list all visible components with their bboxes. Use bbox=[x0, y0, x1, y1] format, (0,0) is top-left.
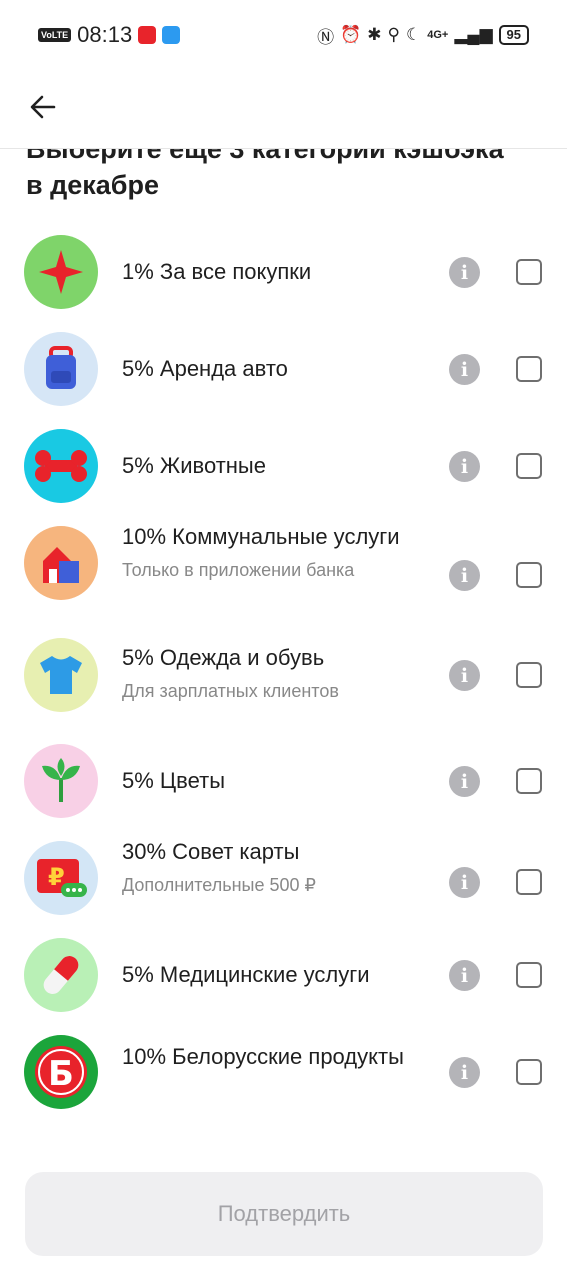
category-note: Дополнительные 500 ₽ bbox=[122, 875, 316, 895]
alarm-icon: ⏰ bbox=[340, 25, 362, 44]
list-item[interactable]: Б 10% Белорусские продукты i bbox=[0, 1025, 567, 1125]
letter-b-icon: Б bbox=[24, 1035, 98, 1109]
category-label: 10% Коммунальные услуги bbox=[122, 524, 400, 549]
app-notification-icon bbox=[162, 26, 181, 44]
top-app-bar bbox=[0, 70, 567, 149]
category-note: Только в приложении банка bbox=[122, 560, 355, 580]
svg-text:Б: Б bbox=[48, 1054, 74, 1094]
arrow-left-icon bbox=[30, 95, 56, 119]
confirm-button[interactable]: Подтвердить bbox=[25, 1172, 543, 1256]
category-label: 5% Одежда и обувь bbox=[122, 645, 325, 670]
youtube-notification-icon bbox=[138, 26, 157, 44]
list-item[interactable]: 5% Цветы i bbox=[0, 734, 567, 831]
list-item[interactable]: 1% За все покупки i bbox=[0, 225, 567, 322]
volte-badge: VoLTE bbox=[38, 28, 72, 42]
category-label: 1% За все покупки bbox=[122, 259, 312, 284]
moon-icon: ☾ bbox=[405, 25, 422, 44]
nfc-icon: Ⓝ bbox=[317, 27, 335, 47]
info-icon[interactable]: i bbox=[449, 354, 480, 385]
info-icon[interactable]: i bbox=[449, 867, 480, 898]
category-checkbox[interactable] bbox=[516, 662, 542, 688]
category-label: 10% Белорусские продукты bbox=[122, 1044, 404, 1069]
bluetooth-icon: ✱ bbox=[367, 25, 382, 44]
status-bar: VoLTE 08:13 Ⓝ ⏰ ✱ ⚲ ☾ 4G+ ▂▄▆ 95 bbox=[0, 0, 567, 70]
category-note: Для зарплатных клиентов bbox=[122, 681, 339, 701]
red-star-icon bbox=[24, 235, 98, 309]
category-checkbox[interactable] bbox=[516, 869, 542, 895]
category-label: 5% Аренда авто bbox=[122, 356, 288, 381]
signal-icon: ▂▄▆ bbox=[454, 25, 493, 44]
list-item[interactable]: 10% Коммунальные услуги Только в приложе… bbox=[0, 516, 567, 637]
house-icon bbox=[24, 526, 98, 600]
clock: 08:13 bbox=[77, 22, 133, 47]
tshirt-icon bbox=[24, 638, 98, 712]
battery-indicator: 95 bbox=[498, 25, 529, 45]
status-right: Ⓝ ⏰ ✱ ⚲ ☾ 4G+ ▂▄▆ 95 bbox=[317, 23, 529, 48]
back-button[interactable] bbox=[26, 90, 60, 124]
category-label: 30% Совет карты bbox=[122, 839, 300, 864]
status-left: VoLTE 08:13 bbox=[38, 22, 181, 48]
category-checkbox[interactable] bbox=[516, 453, 542, 479]
info-icon[interactable]: i bbox=[449, 766, 480, 797]
list-item[interactable]: ₽ 30% Совет карты Дополнительные 500 ₽ i bbox=[0, 831, 567, 928]
list-item[interactable]: 5% Одежда и обувь Для зарплатных клиенто… bbox=[0, 637, 567, 734]
ruble-card-icon: ₽ bbox=[24, 841, 98, 915]
category-list: 1% За все покупки i 5% Аренда авто i 5% … bbox=[0, 225, 567, 1125]
info-icon[interactable]: i bbox=[449, 257, 480, 288]
network-label: 4G+ bbox=[427, 29, 449, 41]
bone-icon bbox=[24, 429, 98, 503]
info-icon[interactable]: i bbox=[449, 960, 480, 991]
info-icon[interactable]: i bbox=[449, 560, 480, 591]
category-label: 5% Медицинские услуги bbox=[122, 962, 370, 987]
category-label: 5% Цветы bbox=[122, 768, 226, 793]
category-checkbox[interactable] bbox=[516, 356, 542, 382]
category-checkbox[interactable] bbox=[516, 1059, 542, 1085]
location-icon: ⚲ bbox=[387, 25, 400, 44]
category-label: 5% Животные bbox=[122, 453, 266, 478]
category-checkbox[interactable] bbox=[516, 962, 542, 988]
category-checkbox[interactable] bbox=[516, 768, 542, 794]
backpack-icon bbox=[24, 332, 98, 406]
sprout-icon bbox=[24, 744, 98, 818]
list-item[interactable]: 5% Животные i bbox=[0, 419, 567, 516]
list-item[interactable]: 5% Медицинские услуги i bbox=[0, 928, 567, 1025]
category-checkbox[interactable] bbox=[516, 259, 542, 285]
info-icon[interactable]: i bbox=[449, 1057, 480, 1088]
pill-icon bbox=[24, 938, 98, 1012]
info-icon[interactable]: i bbox=[449, 451, 480, 482]
category-checkbox[interactable] bbox=[516, 562, 542, 588]
list-item[interactable]: 5% Аренда авто i bbox=[0, 322, 567, 419]
info-icon[interactable]: i bbox=[449, 660, 480, 691]
